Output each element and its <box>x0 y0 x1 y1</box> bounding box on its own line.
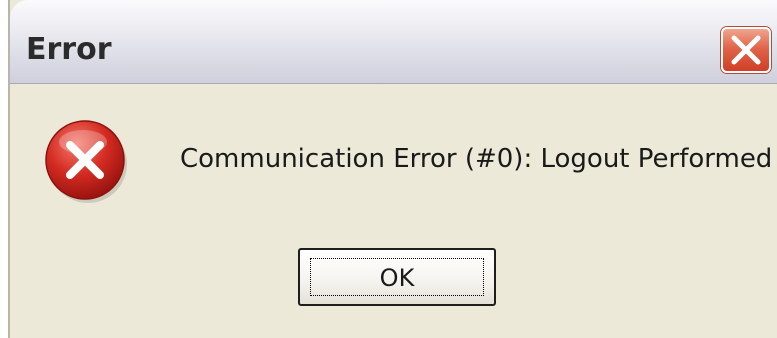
title-bar[interactable]: Error <box>10 0 777 84</box>
error-message: Communication Error (#0): Logout Perform… <box>180 144 773 174</box>
window-title: Error <box>26 32 112 67</box>
ok-button-label: OK <box>379 264 415 292</box>
ok-button[interactable]: OK <box>298 248 496 306</box>
error-icon <box>45 120 127 203</box>
close-button[interactable] <box>721 27 771 73</box>
close-x-icon <box>731 35 761 65</box>
error-dialog: Error Communication Error (#0): Logout P… <box>8 0 777 338</box>
